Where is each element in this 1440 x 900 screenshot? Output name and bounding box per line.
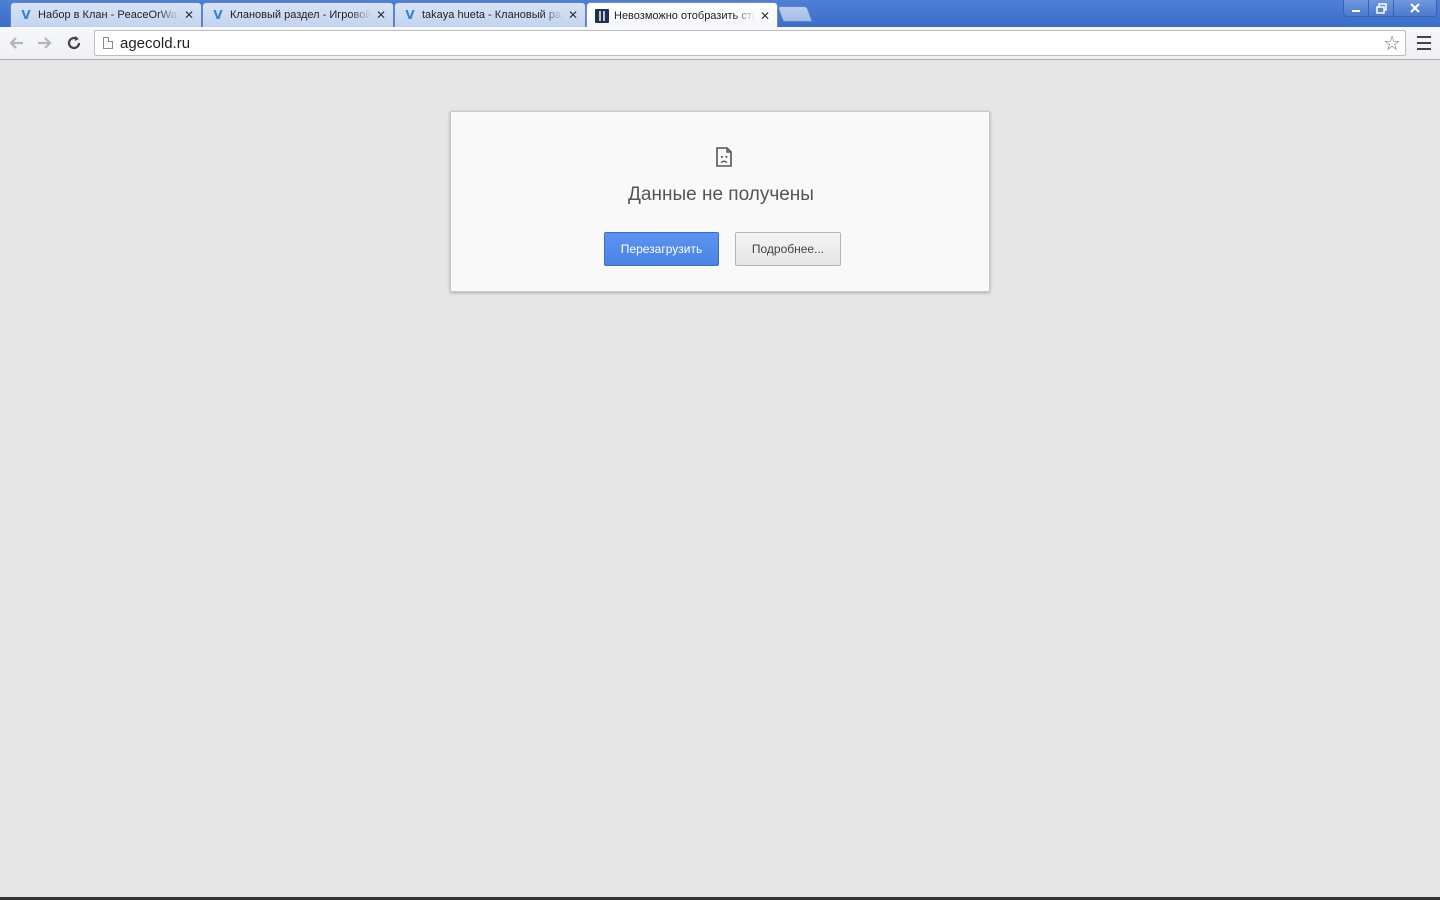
new-tab-button[interactable] (777, 6, 813, 22)
star-icon[interactable]: ☆ (1383, 32, 1401, 54)
v-favicon-icon: V (405, 8, 415, 22)
dark-site-icon (595, 8, 609, 23)
tab-title: takaya hueta - Клановый раздел (422, 9, 563, 21)
reload-page-button[interactable]: Перезагрузить (604, 232, 719, 266)
tab-close-icon[interactable]: ✕ (567, 9, 579, 21)
forward-button[interactable] (33, 32, 57, 54)
close-window-button[interactable] (1393, 0, 1437, 17)
back-arrow-icon (9, 37, 23, 49)
sad-document-icon (716, 147, 732, 167)
tab-strip: V Набор в Клан - PeaceOrWar ✕ V Клановый… (0, 0, 1440, 27)
back-button[interactable] (4, 32, 28, 54)
forward-arrow-icon (38, 37, 52, 49)
tab-close-icon[interactable]: ✕ (759, 10, 771, 22)
tab-title: Невозможно отобразить страницу (614, 9, 755, 22)
v-favicon-icon: V (21, 8, 31, 22)
tab-close-icon[interactable]: ✕ (375, 9, 387, 21)
tab-4-active[interactable]: Невозможно отобразить страницу ✕ (586, 2, 778, 27)
error-title: Данные не получены (628, 184, 814, 205)
tab-2[interactable]: V Клановый раздел - Игровой ✕ (202, 2, 394, 27)
v-favicon-icon: V (213, 8, 223, 22)
tab-title: Клановый раздел - Игровой (230, 9, 371, 21)
restore-button[interactable] (1368, 0, 1394, 17)
page-content: Данные не получены Перезагрузить Подробн… (0, 61, 1440, 897)
minimize-button[interactable] (1343, 0, 1369, 17)
reload-icon (67, 36, 81, 50)
hamburger-menu-icon[interactable] (1417, 36, 1431, 50)
minimize-icon (1352, 10, 1360, 12)
url-text[interactable]: agecold.ru (120, 35, 190, 52)
restore-icon (1375, 2, 1387, 14)
close-icon (1410, 3, 1420, 13)
page-icon (103, 37, 113, 49)
error-card: Данные не получены Перезагрузить Подробн… (450, 111, 990, 292)
tab-3[interactable]: V takaya hueta - Клановый раздел ✕ (394, 2, 586, 27)
tab-close-icon[interactable]: ✕ (183, 9, 195, 21)
reload-button[interactable] (62, 32, 86, 54)
tab-title: Набор в Клан - PeaceOrWar (38, 9, 179, 21)
details-button[interactable]: Подробнее... (735, 232, 841, 266)
browser-toolbar: agecold.ru ☆ (0, 27, 1440, 60)
tab-1[interactable]: V Набор в Клан - PeaceOrWar ✕ (10, 2, 202, 27)
address-bar[interactable]: agecold.ru ☆ (94, 30, 1406, 56)
